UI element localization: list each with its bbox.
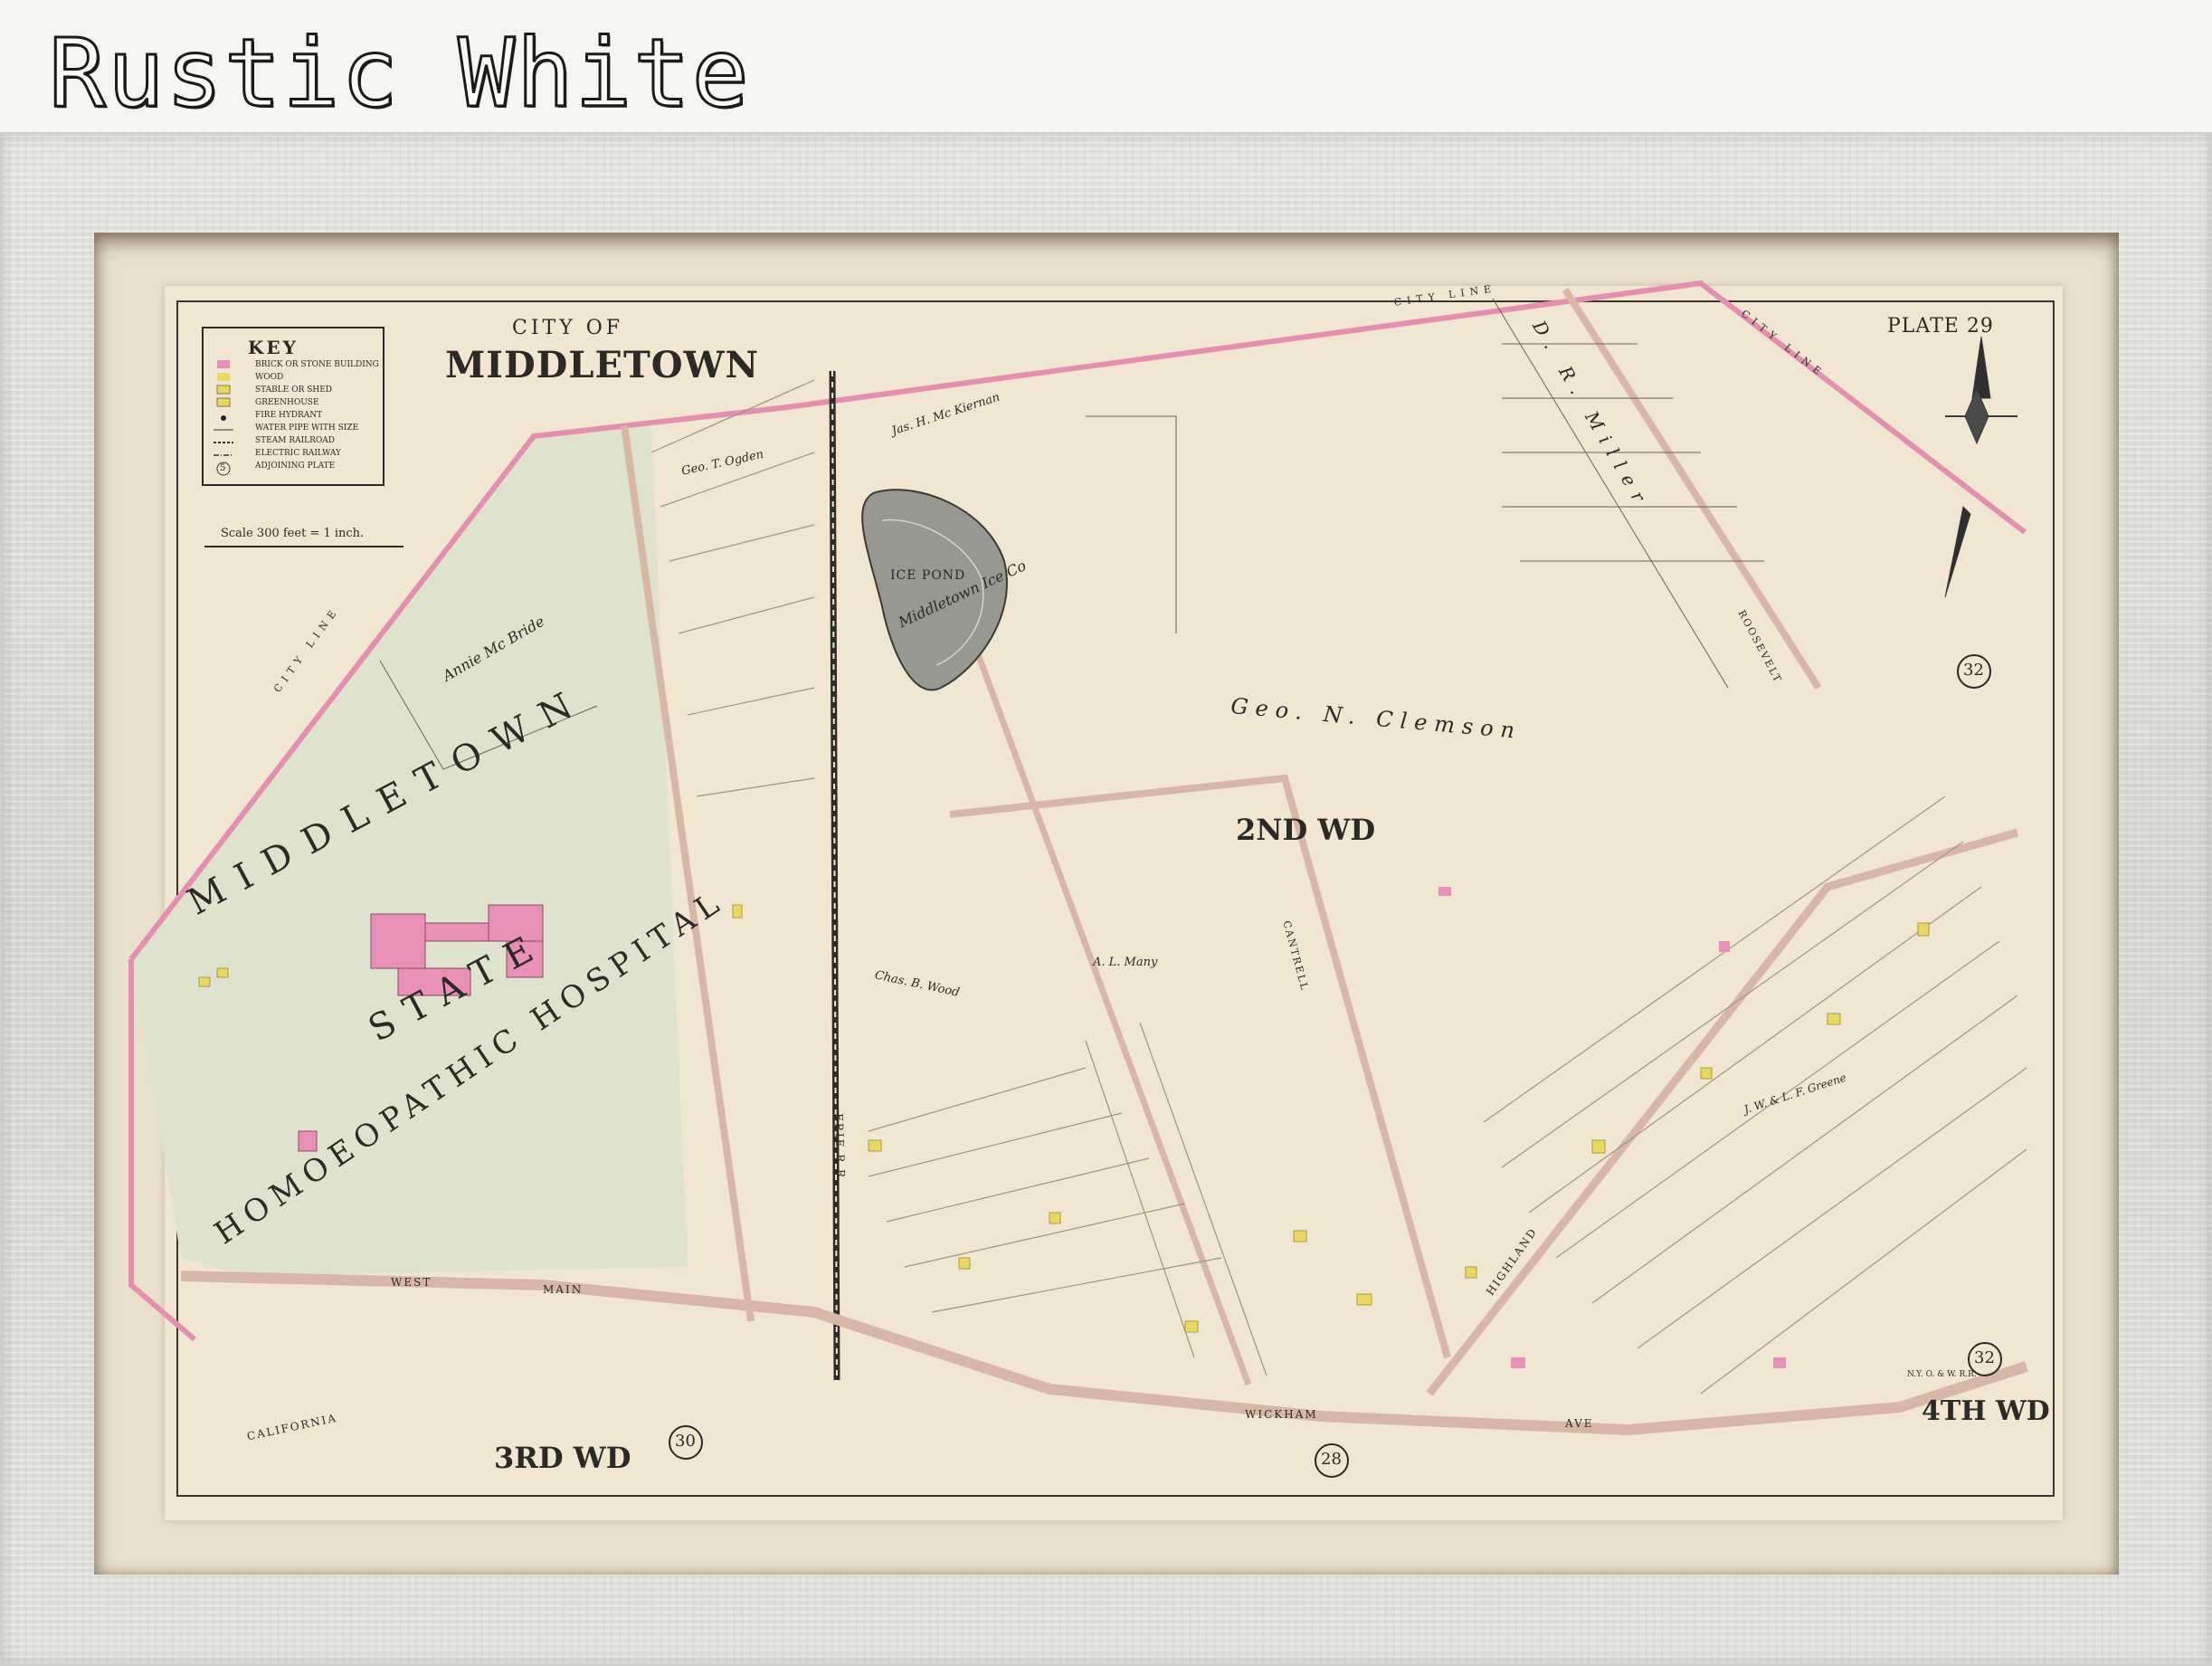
street-erie-rr: ERIE R.R.: [832, 1113, 848, 1185]
main-street: [180, 1271, 2028, 1436]
street-nyow-rr: N.Y. O. & W. R.R.: [1907, 1370, 1977, 1379]
key-plate-number: 5: [220, 463, 226, 473]
ward-3-label: 3RD WD: [494, 1441, 631, 1475]
ward-4-label: 4TH WD: [1922, 1395, 2050, 1427]
adjoining-plate-32-east: 32: [1974, 1348, 1995, 1367]
key-item-wood: WOOD: [255, 373, 284, 382]
key-item-greenhouse: GREENHOUSE: [255, 398, 319, 407]
key-swatches: [214, 360, 233, 476]
key-item-water-pipe: WATER PIPE WITH SIZE: [255, 424, 359, 433]
block-hatching-west: [650, 379, 815, 797]
street-ave: AVE: [1565, 1417, 1594, 1430]
prospect-ave: [973, 650, 1252, 1386]
key-item-steam-railroad: STEAM RAILROAD: [255, 436, 335, 445]
key-title: KEY: [248, 337, 299, 358]
block-hatching-center: [868, 1022, 1267, 1376]
highland-ave: [1426, 828, 2019, 1396]
key-item-electric-railway: ELECTRIC RAILWAY: [255, 449, 341, 458]
ice-pond-label: ICE POND: [890, 568, 966, 583]
city-of-label: CITY OF: [512, 317, 624, 339]
street-main: MAIN: [543, 1283, 584, 1296]
cantrell-st: [949, 774, 1451, 1359]
adjoining-plate-30: 30: [675, 1432, 696, 1451]
adjoining-plate-28: 28: [1321, 1450, 1342, 1469]
key-item-stable: STABLE OR SHED: [255, 386, 333, 395]
key-item-adjoining-plate: ADJOINING PLATE: [255, 462, 336, 471]
owner-many: A. L. Many: [1093, 956, 1158, 969]
street-west: WEST: [391, 1276, 432, 1289]
city-name-title: MIDDLETOWN: [445, 344, 760, 386]
compass-rose-icon: [1944, 336, 2017, 598]
brick-buildings: [1438, 887, 1786, 1368]
key-item-hydrant: FIRE HYDRANT: [255, 411, 323, 420]
key-item-brick: BRICK OR STONE BUILDING: [255, 360, 379, 369]
scale-label: Scale 300 feet = 1 inch.: [221, 527, 365, 540]
adjoining-plate-32-north: 32: [1963, 661, 1984, 680]
ward-2-label: 2ND WD: [1236, 813, 1376, 847]
plate-label: PLATE 29: [1887, 315, 1994, 338]
street-wickham: WICKHAM: [1245, 1408, 1318, 1421]
block-hatching-east: [1483, 795, 2027, 1395]
